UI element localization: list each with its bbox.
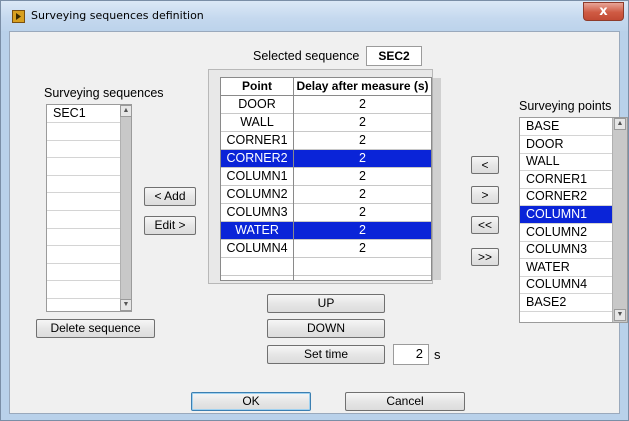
table-row[interactable]: COLUMN3 2	[221, 204, 432, 222]
scroll-down-icon[interactable]: ▼	[614, 309, 626, 321]
set-time-input[interactable]: 2	[393, 344, 429, 365]
move-all-right-button[interactable]: >>	[471, 248, 499, 266]
sequence-list-item[interactable]	[47, 123, 120, 141]
cell-point[interactable]: WATER	[221, 222, 293, 239]
point-list-item[interactable]: WATER	[520, 259, 612, 277]
set-time-unit: s	[434, 347, 441, 362]
table-row[interactable]: WALL 2	[221, 114, 432, 132]
table-row[interactable]: WATER 2	[221, 222, 432, 240]
cell-point[interactable]: CORNER2	[221, 150, 293, 167]
sequence-list-item[interactable]	[47, 175, 120, 194]
dialog-client-area: Selected sequence SEC2 Surveying sequenc…	[9, 31, 628, 414]
sequence-list-item[interactable]	[47, 211, 120, 229]
selected-sequence-label: Selected sequence	[253, 49, 360, 63]
column-header-point[interactable]: Point	[221, 78, 293, 96]
points-list[interactable]: BASE2 COLUMN4 WATER COLUMN3 COLUMN2 COLUMN1 CO…	[519, 117, 628, 323]
point-list-item[interactable]: COLUMN1	[520, 206, 612, 224]
app-icon	[12, 10, 25, 23]
cell-point[interactable]: DOOR	[221, 96, 293, 113]
table-row[interactable]: COLUMN1 2	[221, 168, 432, 186]
table-row[interactable]: CORNER2 2	[221, 150, 432, 168]
cell-delay[interactable]: 2	[294, 168, 431, 185]
cell-delay[interactable]: 2	[294, 222, 431, 239]
sequence-list-item[interactable]: SEC1	[47, 105, 120, 123]
sequences-list[interactable]: ▲ ▼ SEC1	[46, 104, 132, 312]
point-list-item[interactable]: COLUMN3	[520, 241, 612, 260]
sequences-scrollbar[interactable]: ▲ ▼	[120, 105, 132, 311]
edit-button[interactable]: Edit >	[144, 216, 196, 235]
cell-point[interactable]: COLUMN3	[221, 204, 293, 221]
point-list-item[interactable]: COLUMN2	[520, 224, 612, 242]
sequence-list-item[interactable]	[47, 193, 120, 211]
cell-point[interactable]: CORNER1	[221, 132, 293, 149]
scroll-up-icon[interactable]: ▲	[120, 105, 132, 117]
cell-point[interactable]: COLUMN4	[221, 240, 293, 257]
sequence-list-item[interactable]	[47, 140, 120, 159]
cell-delay[interactable]: 2	[294, 150, 431, 167]
sequence-table[interactable]: Point Delay after measure (s) DOOR 2 WALL 2…	[220, 77, 441, 281]
delete-sequence-button[interactable]: Delete sequence	[36, 319, 155, 338]
cell-point[interactable]: COLUMN2	[221, 186, 293, 203]
point-list-item[interactable]: DOOR	[520, 136, 612, 154]
point-list-item[interactable]: COLUMN4	[520, 276, 612, 295]
sequence-list-item[interactable]	[47, 158, 120, 176]
point-list-item[interactable]: BASE2	[520, 294, 612, 312]
add-button[interactable]: < Add	[144, 187, 196, 206]
sequence-list-item[interactable]	[47, 263, 120, 282]
up-button[interactable]: UP	[267, 294, 385, 313]
sequence-list-item[interactable]	[47, 246, 120, 264]
table-row[interactable]: DOOR 2	[221, 96, 432, 114]
table-row[interactable]	[221, 258, 432, 276]
dialog-window: Surveying sequences definition x Selecte…	[0, 0, 629, 421]
ok-button[interactable]: OK	[191, 392, 311, 411]
table-row[interactable]: COLUMN4 2	[221, 240, 432, 258]
window-title: Surveying sequences definition	[31, 9, 204, 22]
point-list-item[interactable]: CORNER2	[520, 188, 612, 207]
scroll-up-icon[interactable]: ▲	[614, 118, 626, 130]
close-button[interactable]: x	[583, 2, 624, 21]
column-divider	[293, 78, 294, 280]
move-all-left-button[interactable]: <<	[471, 216, 499, 234]
point-list-item[interactable]: WALL	[520, 153, 612, 172]
table-row[interactable]: COLUMN2 2	[221, 186, 432, 204]
column-header-delay[interactable]: Delay after measure (s)	[294, 78, 431, 96]
table-row[interactable]: CORNER1 2	[221, 132, 432, 150]
title-bar[interactable]: Surveying sequences definition x	[1, 1, 628, 31]
sequence-list-item[interactable]	[47, 228, 120, 247]
cell-delay[interactable]: 2	[294, 240, 431, 257]
move-left-button[interactable]: <	[471, 156, 499, 174]
point-list-item[interactable]: CORNER1	[520, 171, 612, 189]
points-label: Surveying points	[519, 99, 612, 113]
move-right-button[interactable]: >	[471, 186, 499, 204]
set-time-button[interactable]: Set time	[267, 345, 385, 364]
table-scrollbar[interactable]	[432, 78, 441, 280]
cell-point[interactable]: COLUMN1	[221, 168, 293, 185]
cell-point[interactable]: WALL	[221, 114, 293, 131]
scroll-down-icon[interactable]: ▼	[120, 299, 132, 311]
points-scrollbar[interactable]: ▲ ▼	[612, 118, 627, 322]
cell-delay[interactable]: 2	[294, 96, 431, 113]
point-list-item[interactable]: BASE	[520, 118, 612, 136]
sequence-list-item[interactable]	[47, 281, 120, 299]
cell-delay[interactable]: 2	[294, 204, 431, 221]
cell-delay[interactable]: 2	[294, 186, 431, 203]
sequence-table-frame: Point Delay after measure (s) DOOR 2 WALL 2…	[208, 69, 441, 284]
cell-delay[interactable]: 2	[294, 132, 431, 149]
down-button[interactable]: DOWN	[267, 319, 385, 338]
sequences-label: Surveying sequences	[44, 86, 164, 100]
cell-delay[interactable]: 2	[294, 114, 431, 131]
cancel-button[interactable]: Cancel	[345, 392, 465, 411]
selected-sequence-value: SEC2	[366, 46, 422, 66]
